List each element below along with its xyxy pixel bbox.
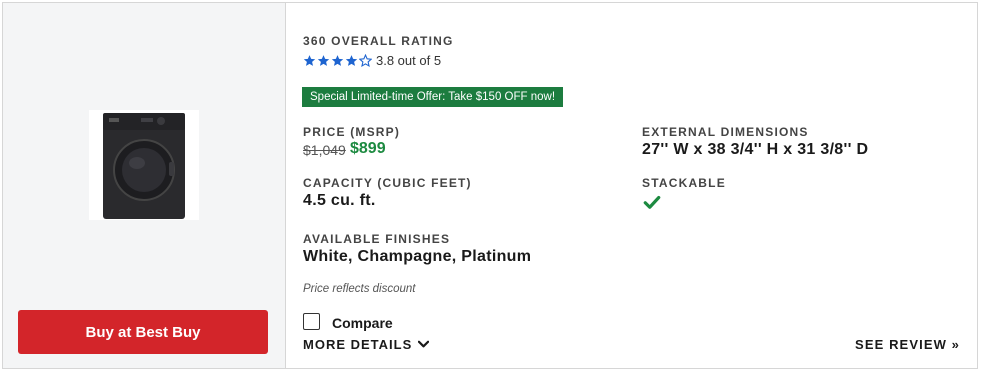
compare-label[interactable]: Compare	[332, 315, 393, 331]
star-full-icon	[303, 54, 316, 67]
dimensions-value: 27'' W x 38 3/4'' H x 31 3/8'' D	[642, 141, 869, 158]
product-image[interactable]	[89, 110, 199, 220]
capacity-value: 4.5 cu. ft.	[303, 192, 376, 209]
check-icon	[643, 193, 661, 211]
special-offer-badge: Special Limited-time Offer: Take $150 OF…	[302, 87, 564, 107]
star-full-icon	[345, 54, 358, 67]
star-empty-icon	[358, 53, 373, 67]
product-details: 360 OVERALL RATING 3.8 out of 5 Special …	[286, 3, 977, 368]
compare-checkbox[interactable]	[303, 313, 320, 330]
price-note: Price reflects discount	[303, 283, 416, 295]
finishes-label: AVAILABLE FINISHES	[303, 232, 451, 246]
finishes-value: White, Champagne, Platinum	[303, 248, 532, 265]
star-full-icon	[331, 54, 344, 67]
more-details-label: MORE DETAILS	[303, 337, 413, 352]
buy-at-best-buy-button[interactable]: Buy at Best Buy	[18, 310, 268, 354]
stackable-label: STACKABLE	[642, 176, 726, 190]
product-card: Buy at Best Buy 360 OVERALL RATING 3.8 o…	[2, 2, 978, 369]
overall-rating-label: 360 OVERALL RATING	[303, 34, 454, 48]
capacity-label: CAPACITY (CUBIC FEET)	[303, 176, 472, 190]
product-image-panel: Buy at Best Buy	[3, 3, 286, 368]
sale-price: $899	[350, 140, 386, 157]
star-full-icon	[317, 54, 330, 67]
price-label: PRICE (MSRP)	[303, 125, 401, 139]
dimensions-label: EXTERNAL DIMENSIONS	[642, 125, 809, 139]
rating-stars: 3.8 out of 5	[303, 53, 441, 68]
msrp-price: $1,049	[303, 142, 346, 158]
rating-text: 3.8 out of 5	[376, 53, 442, 68]
chevron-down-icon	[418, 340, 430, 348]
washer-image	[103, 113, 185, 219]
see-review-link[interactable]: SEE REVIEW »	[855, 337, 960, 352]
more-details-toggle[interactable]: MORE DETAILS	[303, 337, 430, 352]
